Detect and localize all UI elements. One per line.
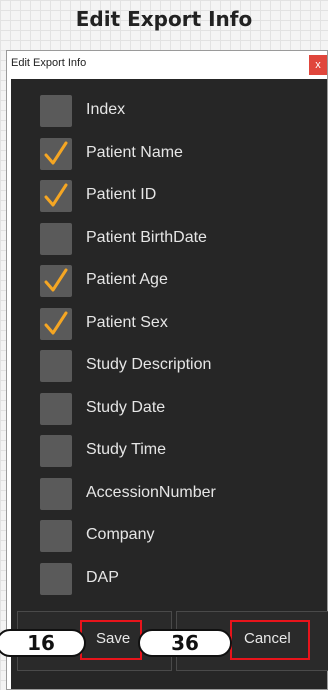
close-icon: x [315,59,321,71]
checkbox-row[interactable]: Company [11,520,311,558]
edit-export-info-dialog: Edit Export Info x Index Patient Name Pati… [6,50,328,690]
save-annotation-badge: 16 [0,629,86,657]
checkbox[interactable] [40,563,72,595]
checkmark-icon [44,183,68,207]
checkbox[interactable] [40,138,72,170]
close-button[interactable]: x [309,55,327,75]
save-button-label: Save [96,630,131,647]
checkbox-row[interactable]: AccessionNumber [11,478,311,516]
checkmark-icon [44,311,68,335]
checkbox-label: Patient Age [86,271,168,288]
checkbox-label: Patient BirthDate [86,229,207,246]
checkbox-row[interactable]: Patient ID [11,180,311,218]
checkmark-icon [44,268,68,292]
checkbox-label: Study Time [86,441,167,458]
checkbox[interactable] [40,308,72,340]
checkbox[interactable] [40,350,72,382]
checkbox-label: Patient Name [86,144,183,161]
dialog-content: Index Patient Name Patient ID Patient Birth… [11,79,328,689]
checkbox-label: Patient ID [86,186,157,203]
cancel-button-label: Cancel [244,630,291,647]
checkbox-label: Company [86,526,155,543]
cancel-annotation-badge: 36 [138,629,232,657]
checkbox-label: Study Date [86,399,166,416]
checkbox[interactable] [40,95,72,127]
checkbox-label: DAP [86,569,119,586]
checkmark-icon [44,141,68,165]
checkbox-label: Study Description [86,356,212,373]
checkbox-row[interactable]: DAP [11,563,311,601]
checkbox[interactable] [40,478,72,510]
checkbox-row[interactable]: Patient Age [11,265,311,303]
checkbox-row[interactable]: Patient BirthDate [11,223,311,261]
checkbox-label: Index [86,101,126,118]
page-caption: Edit Export Info [75,7,253,31]
checkbox-label: Patient Sex [86,314,168,331]
checkbox-row[interactable]: Patient Sex [11,308,311,346]
checkbox[interactable] [40,265,72,297]
checkbox-row[interactable]: Index [11,95,311,133]
dialog-title: Edit Export Info [11,57,87,69]
checkbox-row[interactable]: Study Time [11,435,311,473]
checkbox[interactable] [40,393,72,425]
checkbox[interactable] [40,520,72,552]
checkbox-label: AccessionNumber [86,484,216,501]
checkbox-row[interactable]: Patient Name [11,138,311,176]
dialog-titlebar: Edit Export Info x [7,51,327,77]
checkbox-row[interactable]: Study Date [11,393,311,431]
checkbox-row[interactable]: Study Description [11,350,311,388]
checkbox[interactable] [40,435,72,467]
checkbox[interactable] [40,223,72,255]
checkbox[interactable] [40,180,72,212]
